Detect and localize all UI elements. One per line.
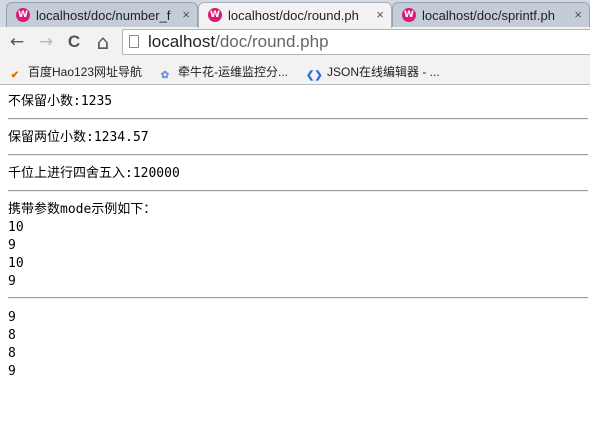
bookmark-json-editor[interactable]: ❮❯ JSON在线编辑器 - ... xyxy=(306,63,440,81)
wamp-favicon-icon: W xyxy=(402,8,416,22)
url-text[interactable]: localhost/doc/round.php xyxy=(148,32,329,52)
wamp-favicon-icon: W xyxy=(16,8,30,22)
tab-number-format[interactable]: W localhost/doc/number_f × xyxy=(6,2,198,27)
mode-value: 9 xyxy=(8,238,16,253)
back-arrow-icon[interactable]: ← xyxy=(6,31,28,53)
mode-example-title: 携带参数mode示例如下： xyxy=(8,202,157,217)
bookmark-label: 百度Hao123网址导航 xyxy=(28,65,143,79)
forward-arrow-icon[interactable]: → xyxy=(35,31,57,53)
horizontal-rule xyxy=(8,154,588,156)
tab-title: localhost/doc/number_f xyxy=(36,8,171,23)
home-icon[interactable]: ⌂ xyxy=(92,31,114,53)
tab-round-active[interactable]: W localhost/doc/round.ph × xyxy=(198,2,392,28)
wamp-favicon-icon: W xyxy=(208,8,222,22)
no-decimal-result: 不保留小数:1235 xyxy=(8,94,113,109)
mode-value: 10 xyxy=(8,256,24,271)
mode-value: 9 xyxy=(8,274,16,289)
two-decimal-result: 保留两位小数:1234.57 xyxy=(8,130,149,145)
address-bar[interactable]: localhost/doc/round.php xyxy=(122,29,590,55)
horizontal-rule xyxy=(8,190,588,192)
url-path: /doc/round.php xyxy=(215,32,329,51)
flower-icon: ✿ xyxy=(160,70,170,81)
tab-title: localhost/doc/round.ph xyxy=(228,8,359,23)
code-brackets-icon: ❮❯ xyxy=(306,70,323,81)
close-icon[interactable]: × xyxy=(574,7,582,22)
bookmark-qianniuhua[interactable]: ✿ 牵牛花-运维监控分... xyxy=(157,63,288,81)
reload-icon[interactable]: C xyxy=(63,31,85,53)
mode-value: 8 xyxy=(8,346,16,361)
navigation-toolbar: ← → C ⌂ localhost/doc/round.php xyxy=(0,27,590,58)
bookmark-hao123[interactable]: ✔ 百度Hao123网址导航 xyxy=(7,63,143,81)
horizontal-rule xyxy=(8,297,588,299)
tab-title: localhost/doc/sprintf.ph xyxy=(422,8,555,23)
mode-value: 9 xyxy=(8,310,16,325)
bookmarks-bar: ✔ 百度Hao123网址导航 ✿ 牵牛花-运维监控分... ❮❯ JSON在线编辑器 … xyxy=(0,58,590,85)
hao123-icon: ✔ xyxy=(10,70,20,81)
tab-strip: W localhost/doc/number_f × W localhost/d… xyxy=(0,0,590,28)
bookmark-label: 牵牛花-运维监控分... xyxy=(178,65,288,79)
mode-value: 10 xyxy=(8,220,24,235)
horizontal-rule xyxy=(8,118,588,120)
page-icon xyxy=(129,35,139,48)
mode-value: 8 xyxy=(8,328,16,343)
close-icon[interactable]: × xyxy=(182,7,190,22)
mode-value: 9 xyxy=(8,364,16,379)
tab-sprintf[interactable]: W localhost/doc/sprintf.ph × xyxy=(392,2,590,27)
bookmark-label: JSON在线编辑器 - ... xyxy=(327,65,440,79)
close-icon[interactable]: × xyxy=(376,7,384,22)
browser-chrome: W localhost/doc/number_f × W localhost/d… xyxy=(0,0,590,85)
url-host: localhost xyxy=(148,32,216,51)
thousands-result: 千位上进行四舍五入:120000 xyxy=(8,166,180,181)
